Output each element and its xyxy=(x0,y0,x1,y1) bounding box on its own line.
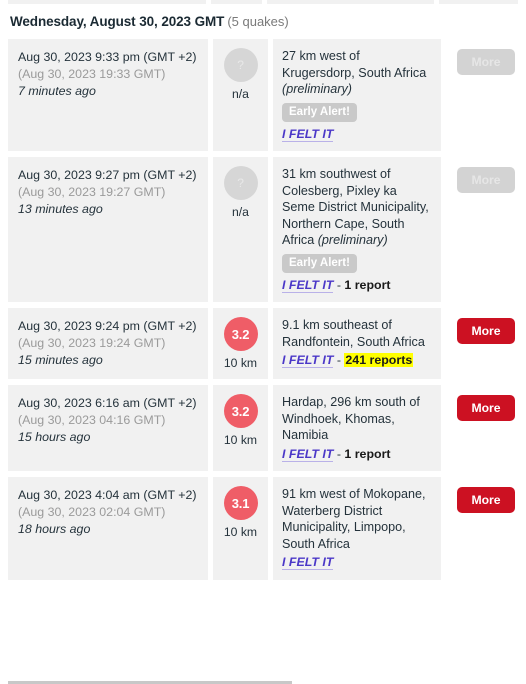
quake-description-cell: Hardap, 296 km south of Windhoek, Khomas… xyxy=(273,385,441,471)
quake-magnitude-cell: 3.2 10 km xyxy=(213,308,268,379)
felt-it-separator: - xyxy=(333,353,345,367)
quake-gmt-time: (Aug 30, 2023 19:33 GMT) xyxy=(18,66,166,81)
sliver-description-cell xyxy=(267,0,434,4)
magnitude-unknown-icon: ? xyxy=(223,166,258,200)
quake-gmt-time: (Aug 30, 2023 19:24 GMT) xyxy=(18,335,166,350)
quake-relative-time: 13 minutes ago xyxy=(18,202,103,216)
quake-preliminary-note: (preliminary) xyxy=(314,233,388,247)
quake-location: 27 km west of Krugersdorp, South Africa xyxy=(282,49,427,80)
quake-list: Aug 30, 2023 9:33 pm (GMT +2) (Aug 30, 2… xyxy=(0,39,526,580)
felt-it-link[interactable]: I FELT IT xyxy=(282,446,334,462)
quake-action-cell: More xyxy=(446,477,526,580)
magnitude-badge: 3.2 xyxy=(223,394,258,428)
quake-gmt-time: (Aug 30, 2023 02:04 GMT) xyxy=(18,504,166,519)
quake-description-cell: 9.1 km southeast of Randfontein, South A… xyxy=(273,308,441,379)
felt-it-link[interactable]: I FELT IT xyxy=(282,126,334,142)
quake-local-time: Aug 30, 2023 9:33 pm (GMT +2) xyxy=(18,50,197,64)
quake-magnitude-cell: 3.1 10 km xyxy=(213,477,268,580)
more-button[interactable]: More xyxy=(457,49,515,75)
sliver-magnitude-cell xyxy=(211,0,263,4)
felt-it-link[interactable]: I FELT IT xyxy=(282,277,334,293)
magnitude-unknown-icon: ? xyxy=(223,48,258,82)
felt-it-report-count: 1 report xyxy=(344,277,391,292)
magnitude-badge: 3.1 xyxy=(223,486,258,520)
quake-time-cell: Aug 30, 2023 6:16 am (GMT +2) (Aug 30, 2… xyxy=(8,385,208,471)
quake-time-cell: Aug 30, 2023 9:27 pm (GMT +2) (Aug 30, 2… xyxy=(8,157,208,302)
quake-row[interactable]: Aug 30, 2023 9:27 pm (GMT +2) (Aug 30, 2… xyxy=(0,157,526,302)
quake-magnitude-cell: ? n/a xyxy=(213,39,268,151)
earthquake-list-page: Wednesday, August 30, 2023 GMT (5 quakes)… xyxy=(0,0,526,684)
felt-it-line: I FELT IT - 1 report xyxy=(282,446,433,463)
felt-it-line: I FELT IT xyxy=(282,554,433,571)
quake-magnitude-cell: 3.2 10 km xyxy=(213,385,268,471)
felt-it-separator: - xyxy=(333,446,345,461)
early-alert-badge: Early Alert! xyxy=(282,102,357,122)
more-button[interactable]: More xyxy=(457,395,515,421)
quake-description-cell: 31 km southwest of Colesberg, Pixley ka … xyxy=(273,157,441,302)
quake-gmt-time: (Aug 30, 2023 19:27 GMT) xyxy=(18,184,166,199)
quake-action-cell: More xyxy=(446,39,526,151)
felt-it-line: I FELT IT - 241 reports xyxy=(282,352,433,369)
sliver-action-cell xyxy=(438,0,518,4)
quake-time-cell: Aug 30, 2023 9:33 pm (GMT +2) (Aug 30, 2… xyxy=(8,39,208,151)
quake-magnitude-cell: ? n/a xyxy=(213,157,268,302)
quake-row[interactable]: Aug 30, 2023 9:33 pm (GMT +2) (Aug 30, 2… xyxy=(0,39,526,151)
quake-local-time: Aug 30, 2023 9:24 pm (GMT +2) xyxy=(18,319,197,333)
quake-gmt-time: (Aug 30, 2023 04:16 GMT) xyxy=(18,412,166,427)
felt-it-line: I FELT IT xyxy=(282,126,433,143)
felt-it-separator: - xyxy=(333,277,345,292)
early-alert-badge: Early Alert! xyxy=(282,253,357,273)
more-button[interactable]: More xyxy=(457,167,515,193)
felt-it-report-count: 1 report xyxy=(344,446,391,461)
felt-it-link[interactable]: I FELT IT xyxy=(282,353,334,368)
quake-description-cell: 91 km west of Mokopane, Waterberg Distri… xyxy=(273,477,441,580)
quake-depth: 10 km xyxy=(223,356,258,370)
sliver-time-cell xyxy=(8,0,206,4)
quake-description-cell: 27 km west of Krugersdorp, South Africa … xyxy=(273,39,441,151)
quake-relative-time: 15 hours ago xyxy=(18,430,91,444)
day-header-title: Wednesday, August 30, 2023 GMT xyxy=(10,14,225,29)
felt-it-report-count: 241 reports xyxy=(344,353,414,367)
day-header-quake-count: (5 quakes) xyxy=(227,14,289,29)
quake-time-cell: Aug 30, 2023 9:24 pm (GMT +2) (Aug 30, 2… xyxy=(8,308,208,379)
quake-local-time: Aug 30, 2023 9:27 pm (GMT +2) xyxy=(18,168,197,182)
quake-location: 91 km west of Mokopane, Waterberg Distri… xyxy=(282,487,426,551)
quake-row[interactable]: Aug 30, 2023 4:04 am (GMT +2) (Aug 30, 2… xyxy=(0,477,526,580)
quake-depth: n/a xyxy=(232,87,249,101)
more-button[interactable]: More xyxy=(457,487,515,513)
quake-row[interactable]: Aug 30, 2023 6:16 am (GMT +2) (Aug 30, 2… xyxy=(0,385,526,471)
more-button[interactable]: More xyxy=(457,318,515,344)
day-header: Wednesday, August 30, 2023 GMT (5 quakes) xyxy=(0,4,526,39)
quake-depth: 10 km xyxy=(223,525,258,539)
quake-action-cell: More xyxy=(446,157,526,302)
quake-relative-time: 15 minutes ago xyxy=(18,353,103,367)
quake-local-time: Aug 30, 2023 6:16 am (GMT +2) xyxy=(18,396,197,410)
quake-location: Hardap, 296 km south of Windhoek, Khomas… xyxy=(282,395,420,442)
quake-action-cell: More xyxy=(446,385,526,471)
quake-action-cell: More xyxy=(446,308,526,379)
quake-depth: 10 km xyxy=(223,433,258,447)
quake-preliminary-note: (preliminary) xyxy=(282,82,352,96)
felt-it-line: I FELT IT - 1 report xyxy=(282,277,433,294)
magnitude-badge: 3.2 xyxy=(223,317,258,351)
quake-row[interactable]: Aug 30, 2023 9:24 pm (GMT +2) (Aug 30, 2… xyxy=(0,308,526,379)
quake-location: 9.1 km southeast of Randfontein, South A… xyxy=(282,318,425,349)
quake-time-cell: Aug 30, 2023 4:04 am (GMT +2) (Aug 30, 2… xyxy=(8,477,208,580)
quake-local-time: Aug 30, 2023 4:04 am (GMT +2) xyxy=(18,488,197,502)
quake-relative-time: 18 hours ago xyxy=(18,522,91,536)
felt-it-link[interactable]: I FELT IT xyxy=(282,555,334,570)
quake-depth: n/a xyxy=(232,205,249,219)
quake-relative-time: 7 minutes ago xyxy=(18,84,96,98)
